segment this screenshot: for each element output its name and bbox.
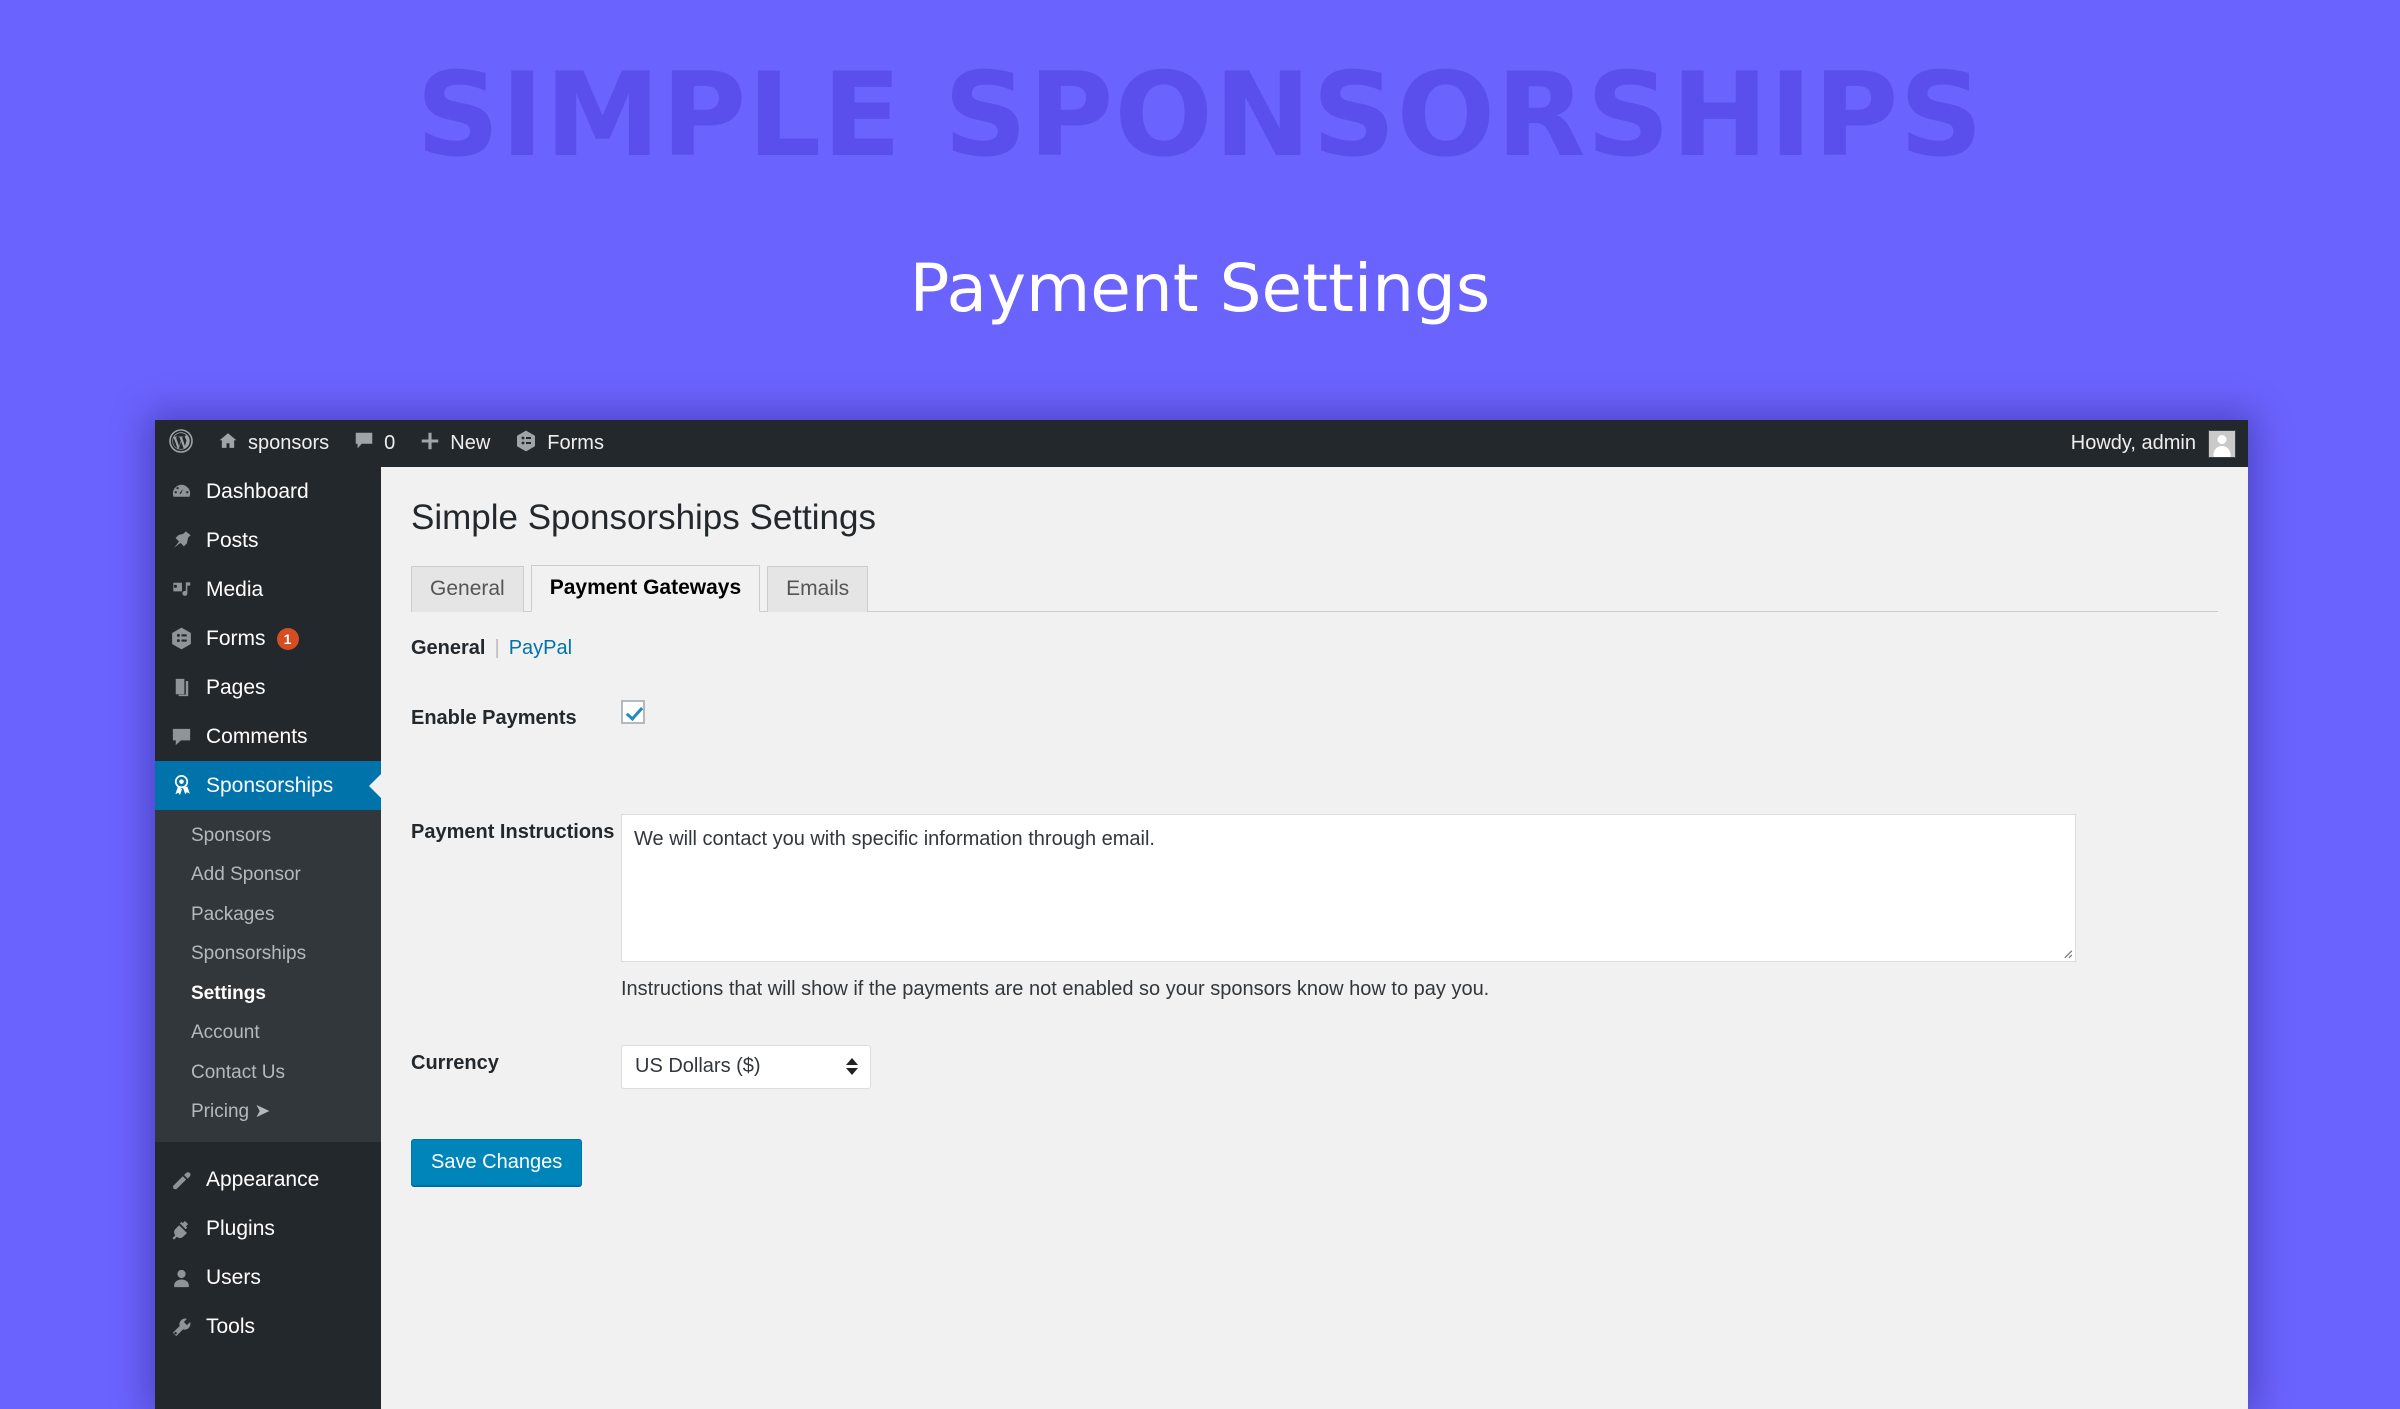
save-button-wrap: Save Changes — [411, 1138, 2248, 1186]
sidebar-item-label: Forms — [206, 626, 266, 650]
admin-bar-forms[interactable]: Forms — [502, 420, 616, 467]
user-icon — [167, 1267, 195, 1290]
payment-instructions-label: Payment Instructions — [411, 820, 615, 843]
sidebar-item-label: Dashboard — [206, 479, 309, 503]
gateway-subnav: General | PayPal — [411, 637, 2248, 660]
sidebar-subitem-settings[interactable]: Settings — [155, 974, 381, 1013]
admin-bar-account[interactable]: Howdy, admin — [2070, 429, 2248, 458]
admin-bar-comments-count: 0 — [384, 432, 396, 454]
tab-payment-gateways[interactable]: Payment Gateways — [530, 565, 761, 612]
save-changes-button[interactable]: Save Changes — [411, 1138, 583, 1186]
forms-icon — [167, 626, 195, 651]
sidebar-item-forms[interactable]: Forms 1 — [155, 614, 381, 663]
sidebar-subitem-pricing[interactable]: Pricing ➤ — [155, 1092, 381, 1131]
media-icon — [167, 578, 195, 601]
currency-select-value: US Dollars ($) — [635, 1055, 761, 1077]
row-currency: Currency US Dollars ($) — [411, 1044, 2248, 1089]
page-title: Simple Sponsorships Settings — [411, 498, 876, 537]
admin-bar: sponsors 0 New Forms Howdy, admin — [155, 420, 2248, 467]
sidebar-item-appearance[interactable]: Appearance — [155, 1156, 381, 1205]
payment-instructions-field: Instructions that will show if the payme… — [621, 813, 2248, 1003]
sidebar-item-posts[interactable]: Posts — [155, 516, 381, 565]
sidebar-item-plugins[interactable]: Plugins — [155, 1205, 381, 1254]
enable-payments-field — [621, 699, 2248, 724]
admin-sidebar: Dashboard Posts Media Forms 1 Pages Comm… — [155, 467, 381, 1409]
sidebar-item-label: Posts — [206, 528, 259, 552]
sidebar-item-sponsorships[interactable]: Sponsorships — [155, 761, 381, 810]
admin-bar-howdy-label: Howdy, admin — [2070, 432, 2196, 454]
tab-general[interactable]: General — [411, 566, 524, 612]
admin-content: Simple Sponsorships Settings General Pay… — [381, 467, 2248, 1409]
sidebar-item-label: Pages — [206, 675, 266, 699]
chevron-updown-icon — [846, 1058, 858, 1075]
comment-bubble-icon — [167, 725, 195, 748]
admin-bar-forms-label: Forms — [547, 432, 604, 454]
currency-label: Currency — [411, 1051, 499, 1074]
sidebar-item-label: Media — [206, 577, 264, 601]
sidebar-item-label: Tools — [206, 1315, 256, 1338]
currency-select[interactable]: US Dollars ($) — [621, 1044, 871, 1089]
wordpress-admin-window: sponsors 0 New Forms Howdy, admin Dashbo… — [155, 420, 2248, 1409]
row-enable-payments: Enable Payments — [411, 699, 2248, 732]
sidebar-item-label: Comments — [206, 724, 308, 748]
sidebar-subitem-contact-us[interactable]: Contact Us — [155, 1053, 381, 1092]
promo-background-title: SIMPLE SPONSORSHIPS — [416, 48, 1984, 183]
sidebar-item-comments[interactable]: Comments — [155, 712, 381, 761]
tab-emails[interactable]: Emails — [767, 566, 869, 612]
payment-instructions-description: Instructions that will show if the payme… — [621, 977, 1490, 1000]
sidebar-item-pages[interactable]: Pages — [155, 663, 381, 712]
sidebar-item-media[interactable]: Media — [155, 565, 381, 614]
admin-bar-new-label: New — [450, 432, 491, 454]
currency-field: US Dollars ($) — [621, 1044, 2248, 1089]
sidebar-item-label: Sponsorships — [206, 773, 334, 797]
admin-bar-site-name-label: sponsors — [248, 432, 330, 454]
sidebar-subitem-add-sponsor[interactable]: Add Sponsor — [155, 855, 381, 894]
enable-payments-checkbox[interactable] — [621, 699, 645, 724]
promo-subtitle: Payment Settings — [909, 250, 1491, 327]
sidebar-item-label: Appearance — [206, 1168, 320, 1191]
plus-icon — [419, 430, 441, 458]
sidebar-item-users[interactable]: Users — [155, 1254, 381, 1303]
sidebar-forms-badge: 1 — [276, 627, 299, 650]
admin-bar-new[interactable]: New — [407, 420, 502, 467]
form-row-gap-2 — [411, 1003, 2248, 1045]
plug-icon — [167, 1218, 195, 1241]
avatar-icon — [2208, 429, 2236, 458]
wrench-icon — [167, 1316, 195, 1339]
settings-form: Enable Payments Payment Instructions Ins… — [411, 699, 2248, 1186]
sidebar-subitem-sponsorships[interactable]: Sponsorships — [155, 934, 381, 973]
paintbrush-icon — [167, 1169, 195, 1192]
promo-header: SIMPLE SPONSORSHIPS Payment Settings — [0, 0, 2400, 420]
row-payment-instructions: Payment Instructions Instructions that w… — [411, 813, 2248, 1003]
pin-icon — [167, 529, 195, 552]
sidebar-submenu-sponsorships: Sponsors Add Sponsor Packages Sponsorshi… — [155, 810, 381, 1142]
enable-payments-label: Enable Payments — [411, 706, 577, 729]
home-icon — [217, 430, 239, 458]
sidebar-item-tools[interactable]: Tools — [155, 1303, 381, 1352]
forms-icon — [514, 429, 538, 459]
sidebar-separator — [155, 1141, 381, 1156]
admin-bar-site-name[interactable]: sponsors — [205, 420, 341, 467]
admin-bar-comments[interactable]: 0 — [341, 420, 407, 467]
admin-bar-wp-logo[interactable] — [155, 420, 205, 467]
payment-instructions-textarea-wrap — [621, 813, 2076, 962]
dashboard-icon — [167, 480, 195, 503]
subnav-item-paypal[interactable]: PayPal — [509, 637, 572, 660]
sidebar-subitem-account[interactable]: Account — [155, 1013, 381, 1052]
sidebar-item-label: Users — [206, 1266, 261, 1289]
payment-instructions-textarea[interactable] — [621, 813, 2076, 962]
subnav-separator: | — [494, 636, 500, 659]
sidebar-subitem-packages[interactable]: Packages — [155, 895, 381, 934]
sidebar-item-label: Plugins — [206, 1217, 275, 1240]
sidebar-subitem-sponsors[interactable]: Sponsors — [155, 816, 381, 855]
award-ribbon-icon — [167, 774, 195, 797]
subnav-item-general[interactable]: General — [411, 637, 485, 660]
form-row-gap — [411, 732, 2248, 814]
settings-tabs: General Payment Gateways Emails — [411, 565, 2218, 612]
pages-icon — [167, 676, 195, 699]
sidebar-item-dashboard[interactable]: Dashboard — [155, 467, 381, 516]
wordpress-logo-icon — [169, 428, 193, 459]
comment-bubble-icon — [353, 430, 375, 458]
